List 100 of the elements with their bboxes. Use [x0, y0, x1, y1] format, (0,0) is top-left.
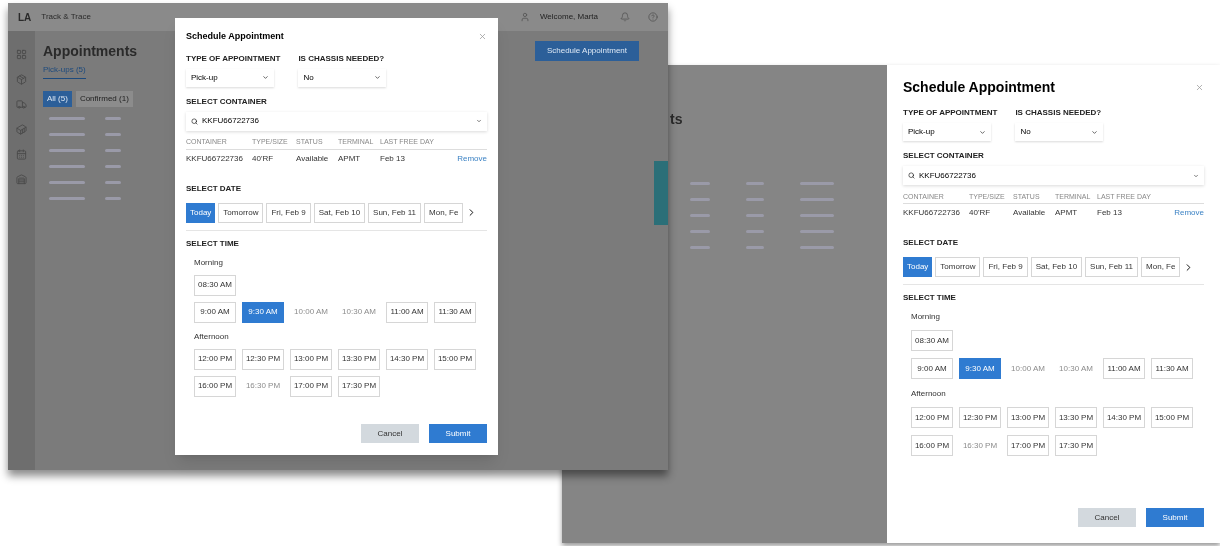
filter-chip[interactable]: All (5): [43, 91, 72, 107]
blurred-table-row: [49, 133, 85, 136]
remove-link[interactable]: Remove: [1174, 207, 1204, 219]
time-slot[interactable]: 11:00 AM: [386, 301, 428, 323]
time-slot[interactable]: 17:00 PM: [1007, 435, 1049, 456]
table-cell-text: Feb 13: [1097, 207, 1123, 219]
blurred-table-row: [746, 182, 764, 185]
nav-icon[interactable]: [16, 99, 27, 110]
time-slot[interactable]: 16:00 PM: [911, 435, 953, 456]
dropdown-field[interactable]: Pick-up: [903, 123, 991, 141]
date-option[interactable]: Sat, Feb 10: [1030, 257, 1083, 277]
search-icon: [908, 172, 915, 179]
section-label: IS CHASSIS NEEDED?: [298, 53, 385, 64]
welcome-text: Welcome, Marta: [539, 11, 598, 23]
section-label: SELECT TIME: [903, 293, 956, 303]
dropdown-field[interactable]: No: [1015, 123, 1104, 141]
time-slot[interactable]: 13:00 PM: [1007, 407, 1049, 428]
time-slot[interactable]: 15:00 PM: [1151, 407, 1193, 428]
time-slot[interactable]: 13:30 PM: [1055, 407, 1097, 428]
time-slot[interactable]: 14:30 PM: [1103, 407, 1145, 428]
submit-button[interactable]: Submit: [1146, 508, 1204, 527]
caret-icon: [262, 74, 269, 81]
time-slot[interactable]: 08:30 AM: [194, 274, 236, 296]
close-icon[interactable]: [478, 32, 487, 42]
nav-icon[interactable]: [16, 124, 27, 135]
dropdown-field[interactable]: Pick-up: [186, 68, 274, 87]
date-option[interactable]: Mon, Fe: [424, 202, 464, 223]
date-option[interactable]: Mon, Fe: [1141, 257, 1181, 277]
time-group-label: Afternoon: [194, 330, 230, 343]
page-title: Appointments: [43, 42, 138, 61]
blurred-table-row: [746, 246, 764, 249]
blurred-table-row: [690, 230, 710, 233]
time-slot[interactable]: 12:30 PM: [959, 407, 1001, 428]
time-slot[interactable]: 9:30 AM: [242, 301, 284, 323]
filter-chip[interactable]: Confirmed (1): [75, 91, 133, 107]
section-label: SELECT TIME: [186, 238, 239, 249]
blurred-table-row: [105, 149, 121, 152]
date-option[interactable]: Today: [186, 202, 216, 223]
time-slot[interactable]: 13:00 PM: [290, 348, 332, 370]
blurred-table-row: [690, 246, 710, 249]
nav-icon[interactable]: [16, 74, 27, 85]
time-slot[interactable]: 11:00 AM: [1103, 358, 1145, 379]
caret-icon: [1193, 172, 1199, 179]
nav-icon[interactable]: [16, 174, 27, 185]
blurred-table-row: [105, 117, 121, 120]
date-option[interactable]: Fri, Feb 9: [266, 202, 311, 223]
time-slot[interactable]: 11:30 AM: [434, 301, 476, 323]
cancel-button[interactable]: Cancel: [1078, 508, 1136, 527]
date-option[interactable]: Tomorrow: [218, 202, 264, 223]
time-slot[interactable]: 11:30 AM: [1151, 358, 1193, 379]
time-slot[interactable]: 9:00 AM: [911, 358, 953, 379]
table-cell-text: APMT: [338, 152, 362, 165]
date-option[interactable]: Sun, Feb 11: [368, 202, 422, 223]
blurred-table-row: [800, 198, 834, 201]
remove-link[interactable]: Remove: [457, 152, 487, 165]
date-option[interactable]: Sat, Feb 10: [313, 202, 366, 223]
submit-button[interactable]: Submit: [429, 424, 487, 443]
schedule-appointment-button[interactable]: Schedule Appointment: [534, 41, 639, 61]
time-slot[interactable]: 12:00 PM: [194, 348, 236, 370]
nav-icon[interactable]: [16, 49, 27, 60]
blurred-table-row: [105, 181, 121, 184]
blurred-table-row: [800, 230, 834, 233]
time-slot[interactable]: 12:30 PM: [242, 348, 284, 370]
time-slot[interactable]: 16:00 PM: [194, 375, 236, 397]
blurred-table-row: [49, 181, 85, 184]
blurred-table-row: [105, 197, 121, 200]
time-slot[interactable]: 17:30 PM: [338, 375, 380, 397]
time-slot[interactable]: 9:30 AM: [959, 358, 1001, 379]
search-field[interactable]: KKFU66722736: [903, 166, 1204, 185]
search-field[interactable]: KKFU66722736: [186, 111, 487, 131]
time-slot[interactable]: 13:30 PM: [338, 348, 380, 370]
section-label: SELECT DATE: [186, 183, 241, 194]
date-option[interactable]: Fri, Feb 9: [983, 257, 1028, 277]
help-icon[interactable]: [648, 12, 658, 22]
table-cell-text: KKFU66722736: [186, 152, 244, 165]
blurred-table-row: [800, 246, 834, 249]
nav-icon[interactable]: [16, 149, 27, 160]
date-option[interactable]: Tomorrow: [935, 257, 981, 277]
time-slot[interactable]: 17:30 PM: [1055, 435, 1097, 456]
section-label: TYPE OF APPOINTMENT: [186, 53, 281, 64]
blurred-table-row: [49, 165, 85, 168]
time-slot[interactable]: 14:30 PM: [386, 348, 428, 370]
section-label: TYPE OF APPOINTMENT: [903, 108, 998, 118]
section-label: SELECT CONTAINER: [903, 151, 984, 161]
blurred-table-row: [746, 214, 764, 217]
cancel-button[interactable]: Cancel: [361, 424, 419, 443]
time-slot[interactable]: 15:00 PM: [434, 348, 476, 370]
time-slot[interactable]: 9:00 AM: [194, 301, 236, 323]
time-slot[interactable]: 17:00 PM: [290, 375, 332, 397]
time-slot[interactable]: 12:00 PM: [911, 407, 953, 428]
table-cell-text: APMT: [1055, 207, 1079, 219]
date-option[interactable]: Sun, Feb 11: [1085, 257, 1139, 277]
caret-icon: [374, 74, 382, 81]
table-cell-text: Available: [1013, 207, 1047, 219]
time-slot[interactable]: 08:30 AM: [911, 330, 953, 351]
date-option[interactable]: Today: [903, 257, 933, 277]
dropdown-field[interactable]: No: [298, 68, 387, 87]
close-icon[interactable]: [1195, 83, 1204, 92]
bell-icon[interactable]: [620, 12, 630, 22]
side-tab[interactable]: [654, 161, 668, 225]
